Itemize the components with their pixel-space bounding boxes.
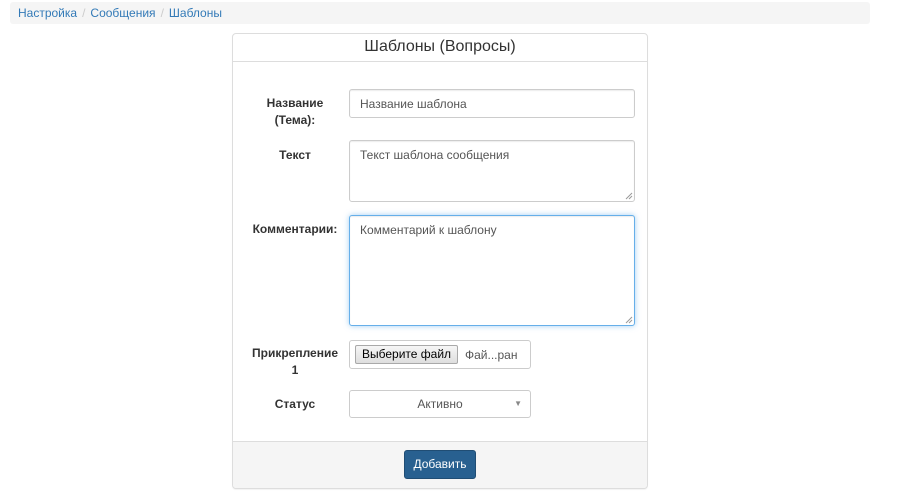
- resize-grip-icon[interactable]: [625, 316, 633, 324]
- name-label-line1: Название: [266, 96, 324, 110]
- name-input-placeholder: Название шаблона: [360, 97, 467, 111]
- status-select-value: Активно: [417, 397, 463, 411]
- caret-down-icon: ▼: [514, 399, 522, 408]
- panel-title: Шаблоны (Вопросы): [233, 34, 647, 62]
- attachment-file-input[interactable]: Выберите файл Фай...ран: [349, 340, 531, 369]
- text-textarea[interactable]: Текст шаблона сообщения: [349, 140, 635, 202]
- attachment-label: Прикрепление 1: [245, 345, 345, 379]
- breadcrumb-item-messages[interactable]: Сообщения: [90, 6, 155, 20]
- text-label: Текст: [279, 148, 311, 162]
- resize-grip-icon[interactable]: [625, 192, 633, 200]
- comment-label: Комментарии:: [252, 222, 338, 236]
- breadcrumb-separator: /: [160, 6, 164, 20]
- template-form-panel: Шаблоны (Вопросы) Название (Тема): Назва…: [232, 33, 648, 489]
- file-status-text: Фай...ран: [465, 348, 518, 362]
- attachment-label-line1: Прикрепление: [251, 346, 339, 360]
- breadcrumb-separator: /: [82, 6, 86, 20]
- name-label-line2: (Тема):: [274, 113, 316, 127]
- choose-file-button[interactable]: Выберите файл: [355, 345, 459, 364]
- name-label: Название (Тема):: [250, 95, 340, 129]
- status-label: Статус: [274, 397, 316, 411]
- text-textarea-placeholder: Текст шаблона сообщения: [360, 148, 510, 162]
- comment-textarea[interactable]: Комментарий к шаблону: [349, 215, 635, 326]
- comment-textarea-placeholder: Комментарий к шаблону: [360, 223, 497, 237]
- attachment-label-line2: 1: [291, 363, 299, 377]
- breadcrumb-item-templates: Шаблоны: [168, 6, 222, 20]
- breadcrumb: Настройка / Сообщения / Шаблоны: [10, 2, 870, 24]
- breadcrumb-item-settings[interactable]: Настройка: [18, 6, 77, 20]
- name-input[interactable]: Название шаблона: [349, 89, 635, 118]
- status-select[interactable]: Активно ▼: [349, 390, 531, 418]
- panel-footer: Добавить: [233, 441, 647, 488]
- add-button[interactable]: Добавить: [404, 450, 476, 479]
